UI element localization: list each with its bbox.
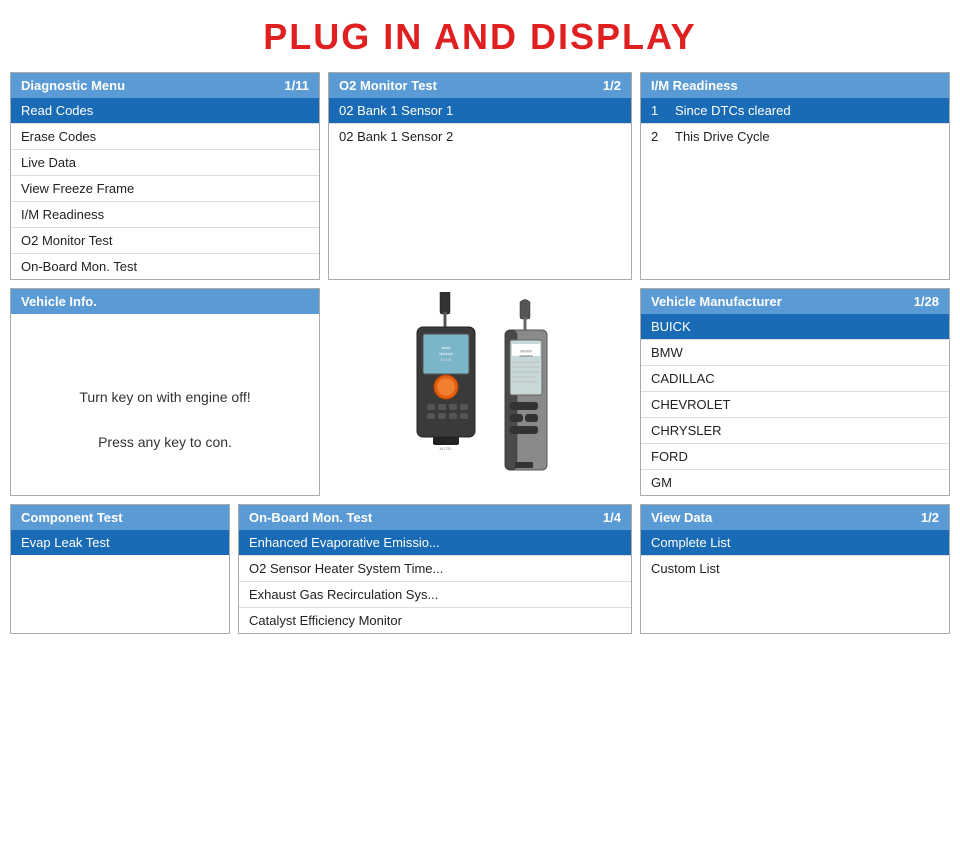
im-readiness-header: I/M Readiness	[641, 73, 949, 98]
vehicle-info-content: Turn key on with engine off! Press any k…	[11, 314, 319, 494]
onboard-mon-item-1[interactable]: O2 Sensor Heater System Time...	[239, 556, 631, 582]
component-test-header: Component Test	[11, 505, 229, 530]
svg-text:ML419: ML419	[441, 358, 452, 362]
o2-monitor-item-1[interactable]: 02 Bank 1 Sensor 2	[329, 124, 631, 149]
svg-text:||||| ||| ||||: ||||| ||| ||||	[520, 349, 531, 353]
im-readiness-panel: I/M Readiness 1 Since DTCs cleared 2 Thi…	[640, 72, 950, 280]
vehicle-info-panel: Vehicle Info. Turn key on with engine of…	[10, 288, 320, 496]
im-readiness-item-0[interactable]: 1 Since DTCs cleared	[641, 98, 949, 124]
view-data-panel: View Data 1/2 Complete List Custom List	[640, 504, 950, 634]
view-data-title: View Data	[651, 510, 712, 525]
diagnostic-menu-header: Diagnostic Menu 1/11	[11, 73, 319, 98]
onboard-mon-title: On-Board Mon. Test	[249, 510, 372, 525]
vehicle-manufacturer-item-5[interactable]: FORD	[641, 444, 949, 470]
view-data-item-0[interactable]: Complete List	[641, 530, 949, 556]
o2-monitor-page: 1/2	[603, 78, 621, 93]
onboard-mon-item-0[interactable]: Enhanced Evaporative Emissio...	[239, 530, 631, 556]
vehicle-manufacturer-panel: Vehicle Manufacturer 1/28 BUICK BMW CADI…	[640, 288, 950, 496]
diagnostic-menu-panel: Diagnostic Menu 1/11 Read Codes Erase Co…	[10, 72, 320, 280]
vehicle-manufacturer-title: Vehicle Manufacturer	[651, 294, 782, 309]
im-readiness-num-1: 2	[651, 129, 667, 144]
diagnostic-menu-item-1[interactable]: Erase Codes	[11, 124, 319, 150]
svg-text:AUTEL: AUTEL	[440, 446, 454, 451]
component-test-panel: Component Test Evap Leak Test	[10, 504, 230, 634]
vehicle-info-line1: Turn key on with engine off!	[79, 389, 250, 405]
page-header: PLUG IN AND DISPLAY	[10, 10, 950, 58]
vehicle-info-line2: Press any key to con.	[98, 434, 232, 450]
o2-monitor-panel: O2 Monitor Test 1/2 02 Bank 1 Sensor 1 0…	[328, 72, 632, 280]
device-image-area: autel MaxiLink ML419 AUTEL	[328, 288, 632, 496]
onboard-mon-item-3[interactable]: Catalyst Efficiency Monitor	[239, 608, 631, 633]
o2-monitor-header: O2 Monitor Test 1/2	[329, 73, 631, 98]
svg-text:autel: autel	[442, 345, 451, 350]
vehicle-manufacturer-item-6[interactable]: GM	[641, 470, 949, 495]
view-data-page: 1/2	[921, 510, 939, 525]
component-test-title: Component Test	[21, 510, 123, 525]
top-row: Diagnostic Menu 1/11 Read Codes Erase Co…	[10, 72, 950, 280]
diagnostic-menu-item-4[interactable]: I/M Readiness	[11, 202, 319, 228]
diagnostic-menu-item-6[interactable]: On-Board Mon. Test	[11, 254, 319, 279]
vehicle-info-header: Vehicle Info.	[11, 289, 319, 314]
diagnostic-menu-page: 1/11	[284, 78, 309, 93]
im-readiness-item-1[interactable]: 2 This Drive Cycle	[641, 124, 949, 149]
svg-text:XXXXXXXX: XXXXXXXX	[519, 355, 533, 358]
vehicle-manufacturer-page: 1/28	[914, 294, 939, 309]
vehicle-manufacturer-item-0[interactable]: BUICK	[641, 314, 949, 340]
vehicle-manufacturer-header: Vehicle Manufacturer 1/28	[641, 289, 949, 314]
im-readiness-label-1: This Drive Cycle	[675, 129, 770, 144]
component-test-item-0[interactable]: Evap Leak Test	[11, 530, 229, 555]
onboard-mon-page: 1/4	[603, 510, 621, 525]
svg-text:MaxiLink: MaxiLink	[439, 352, 453, 356]
main-title: PLUG IN AND DISPLAY	[10, 16, 950, 58]
view-data-item-1[interactable]: Custom List	[641, 556, 949, 581]
onboard-mon-panel: On-Board Mon. Test 1/4 Enhanced Evaporat…	[238, 504, 632, 634]
diagnostic-menu-title: Diagnostic Menu	[21, 78, 125, 93]
title-part1: PLUG IN AND	[263, 16, 530, 57]
vehicle-manufacturer-item-2[interactable]: CADILLAC	[641, 366, 949, 392]
middle-row: Vehicle Info. Turn key on with engine of…	[10, 288, 950, 496]
im-readiness-label-0: Since DTCs cleared	[675, 103, 791, 118]
im-readiness-num-0: 1	[651, 103, 667, 118]
onboard-mon-item-2[interactable]: Exhaust Gas Recirculation Sys...	[239, 582, 631, 608]
diagnostic-menu-item-2[interactable]: Live Data	[11, 150, 319, 176]
diagnostic-menu-item-5[interactable]: O2 Monitor Test	[11, 228, 319, 254]
device-svg: autel MaxiLink ML419 AUTEL	[365, 292, 595, 492]
vehicle-info-title: Vehicle Info.	[21, 294, 97, 309]
view-data-header: View Data 1/2	[641, 505, 949, 530]
vehicle-manufacturer-item-3[interactable]: CHEVROLET	[641, 392, 949, 418]
o2-monitor-item-0[interactable]: 02 Bank 1 Sensor 1	[329, 98, 631, 124]
vehicle-manufacturer-item-4[interactable]: CHRYSLER	[641, 418, 949, 444]
onboard-mon-header: On-Board Mon. Test 1/4	[239, 505, 631, 530]
diagnostic-menu-item-0[interactable]: Read Codes	[11, 98, 319, 124]
bottom-row: Component Test Evap Leak Test On-Board M…	[10, 504, 950, 634]
title-part2: DISPLAY	[530, 16, 697, 57]
im-readiness-title: I/M Readiness	[651, 78, 738, 93]
o2-monitor-title: O2 Monitor Test	[339, 78, 437, 93]
vehicle-manufacturer-item-1[interactable]: BMW	[641, 340, 949, 366]
diagnostic-menu-item-3[interactable]: View Freeze Frame	[11, 176, 319, 202]
right-device: ||||| ||| |||| XXXXXXXX	[505, 300, 547, 471]
left-device: autel MaxiLink ML419 AUTEL	[417, 292, 475, 451]
